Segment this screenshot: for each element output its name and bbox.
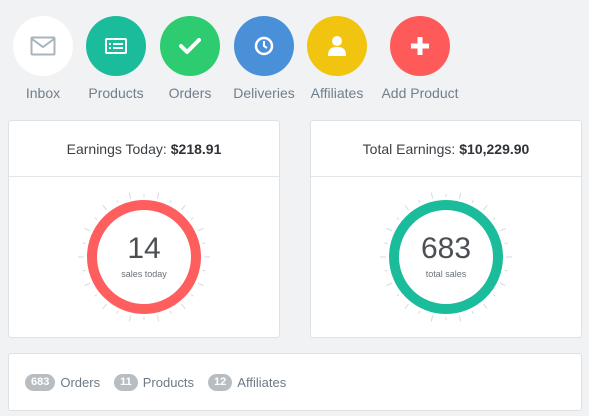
- nav-label-add-product: Add Product: [381, 85, 459, 101]
- nav-label-inbox: Inbox: [25, 85, 61, 101]
- earnings-today-title: Earnings Today:: [66, 140, 167, 157]
- affiliates-stat-label: Affiliates: [237, 374, 287, 390]
- gauge-tick: [84, 282, 91, 287]
- gauge-tick: [116, 200, 119, 204]
- inbox-circle[interactable]: [13, 16, 73, 76]
- nav-item-orders[interactable]: Orders: [150, 16, 230, 101]
- gauge-tick: [418, 200, 421, 204]
- quick-nav: Inbox Products Orders Deliveries Affilia…: [0, 0, 589, 110]
- earnings-today-amount: $218.91: [170, 140, 222, 157]
- nav-item-affiliates[interactable]: Affiliates: [297, 16, 377, 101]
- gauge-tick: [94, 294, 98, 297]
- nav-item-add-product[interactable]: Add Product: [380, 16, 460, 101]
- clock-icon: [254, 36, 274, 56]
- gauge-tick: [396, 294, 400, 297]
- affiliates-stat[interactable]: 12 Affiliates: [208, 373, 287, 391]
- gauge-tick: [404, 205, 409, 211]
- gauge-tick: [499, 227, 506, 232]
- total-sales-value: 683: [420, 232, 472, 265]
- add-product-circle[interactable]: [390, 16, 450, 76]
- nav-item-deliveries[interactable]: Deliveries: [224, 16, 304, 101]
- gauge-tick: [386, 282, 393, 287]
- nav-item-inbox[interactable]: Inbox: [3, 16, 83, 101]
- gauge-tick: [197, 227, 204, 232]
- total-earnings-card: Total Earnings: $10,229.90 683 total sal…: [310, 120, 582, 338]
- gauge-tick: [128, 315, 132, 322]
- nav-item-products[interactable]: Products: [76, 16, 156, 101]
- gauge-tick: [169, 310, 172, 314]
- envelope-icon: [30, 36, 56, 56]
- products-count-badge: 11: [114, 373, 138, 391]
- affiliates-circle[interactable]: [307, 16, 367, 76]
- gauge-tick: [116, 310, 119, 314]
- gauge-tick: [418, 310, 421, 314]
- gauge-tick: [197, 282, 204, 287]
- gauge-tick: [94, 217, 98, 220]
- gauge-tick: [84, 227, 91, 232]
- gauge-tick: [181, 205, 186, 211]
- plus-icon: [411, 37, 429, 55]
- gauge-tick: [156, 192, 160, 199]
- total-sales-gauge: 683 total sales: [311, 177, 581, 327]
- gauge-tick: [128, 192, 132, 199]
- gauge-tick: [483, 303, 488, 309]
- orders-circle[interactable]: [160, 16, 220, 76]
- gauge-tick: [483, 205, 488, 211]
- gauge-tick: [430, 315, 434, 322]
- orders-count-badge: 683: [25, 373, 56, 391]
- gauge-tick: [386, 227, 393, 232]
- gauge-tick: [190, 217, 194, 220]
- gauge-tick: [190, 294, 194, 297]
- earnings-today-card: Earnings Today: $218.91 14 sales today: [8, 120, 280, 338]
- sales-today-value: 14: [127, 232, 161, 265]
- gauge-tick: [181, 303, 186, 309]
- total-sales-label: total sales: [425, 269, 467, 279]
- total-earnings-amount: $10,229.90: [459, 140, 530, 157]
- affiliates-count-badge: 12: [208, 373, 233, 391]
- total-earnings-header: Total Earnings: $10,229.90: [311, 121, 581, 177]
- nav-label-deliveries: Deliveries: [233, 85, 295, 101]
- nav-label-products: Products: [88, 85, 144, 101]
- orders-stat[interactable]: 683 Orders: [25, 373, 101, 391]
- gauge-tick: [404, 303, 409, 309]
- summary-bar: 683 Orders 11 Products 12 Affiliates: [8, 353, 582, 411]
- gauge-tick: [169, 200, 172, 204]
- gauge-tick: [430, 192, 434, 199]
- orders-stat-label: Orders: [60, 374, 101, 390]
- gauge-tick: [492, 294, 496, 297]
- gauge-tick: [102, 205, 107, 211]
- gauge-tick: [492, 217, 496, 220]
- gauge-tick: [396, 217, 400, 220]
- products-circle[interactable]: [86, 16, 146, 76]
- products-stat-label: Products: [142, 374, 195, 390]
- total-earnings-title: Total Earnings:: [362, 140, 456, 157]
- gauge-tick: [471, 200, 474, 204]
- deliveries-circle[interactable]: [234, 16, 294, 76]
- products-stat[interactable]: 11 Products: [114, 373, 195, 391]
- gauge-tick: [102, 303, 107, 309]
- list-icon: [105, 38, 127, 54]
- check-icon: [179, 38, 201, 54]
- gauge-tick: [471, 310, 474, 314]
- nav-label-affiliates: Affiliates: [310, 85, 364, 101]
- gauge-tick: [458, 315, 462, 322]
- nav-label-orders: Orders: [168, 85, 212, 101]
- sales-today-gauge: 14 sales today: [9, 177, 279, 327]
- earnings-today-header: Earnings Today: $218.91: [9, 121, 279, 177]
- gauge-tick: [458, 192, 462, 199]
- sales-today-label: sales today: [121, 269, 167, 279]
- gauge-tick: [156, 315, 160, 322]
- gauge-tick: [499, 282, 506, 287]
- user-icon: [328, 36, 346, 56]
